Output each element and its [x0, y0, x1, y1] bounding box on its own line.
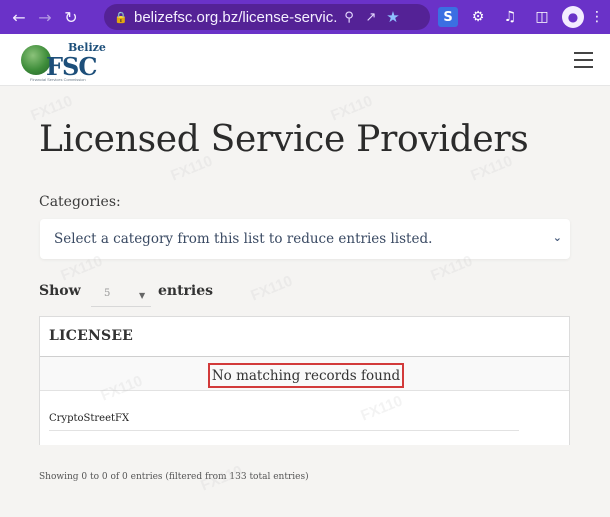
categories-label: Categories:: [39, 194, 121, 210]
logo-tagline: Financial Services Commission: [30, 77, 86, 82]
forward-arrow-icon[interactable]: →: [32, 4, 58, 30]
licensee-search-input[interactable]: [49, 407, 519, 431]
url-text[interactable]: belizefsc.org.bz/license-servic...: [134, 9, 338, 26]
hamburger-menu-icon[interactable]: [574, 52, 594, 68]
empty-table-row: No matching records found: [40, 357, 569, 391]
column-header-licensee[interactable]: LICENSEE: [40, 317, 569, 357]
puzzle-extensions-icon[interactable]: ⚙: [466, 6, 490, 28]
watermark: FX110: [248, 272, 295, 305]
lock-icon[interactable]: 🔒: [114, 11, 128, 24]
extensions-area: S ⚙ ♫ ◫ ● ⋮: [438, 6, 604, 28]
column-header-label: LICENSEE: [49, 328, 134, 344]
profile-icon[interactable]: ●: [562, 6, 584, 28]
table-info: Showing 0 to 0 of 0 entries (filtered fr…: [39, 472, 309, 482]
browser-toolbar: ← → ↻ 🔒 belizefsc.org.bz/license-servic.…: [0, 0, 610, 34]
empty-message: No matching records found: [211, 367, 401, 384]
highlighted-empty-message: No matching records found: [208, 363, 404, 388]
zoom-icon[interactable]: ⚲: [338, 10, 360, 25]
caret-down-icon: ▼: [139, 291, 146, 300]
show-label: Show: [39, 283, 81, 299]
page-length-select[interactable]: 5 ▼: [91, 285, 151, 307]
s-extension-icon[interactable]: S: [438, 7, 458, 27]
belize-fsc-logo[interactable]: Belize FSC Financial Services Commission: [18, 41, 108, 82]
media-queue-icon[interactable]: ♫: [498, 6, 522, 28]
back-arrow-icon[interactable]: ←: [6, 4, 32, 30]
page-title: Licensed Service Providers: [39, 119, 529, 160]
entries-label: entries: [158, 283, 214, 299]
category-select-value: Select a category from this list to redu…: [54, 231, 433, 247]
reload-icon[interactable]: ↻: [58, 4, 84, 30]
column-search-cell: [40, 391, 569, 445]
side-panel-icon[interactable]: ◫: [530, 6, 554, 28]
licensee-table: LICENSEE No matching records found: [39, 316, 570, 445]
bookmark-star-icon[interactable]: ★: [382, 8, 404, 26]
category-select[interactable]: Select a category from this list to redu…: [40, 219, 570, 259]
chevron-down-icon[interactable]: ⌄: [553, 231, 562, 244]
address-bar[interactable]: 🔒 belizefsc.org.bz/license-servic... ⚲ ↗…: [104, 4, 430, 30]
more-menu-icon[interactable]: ⋮: [590, 6, 604, 28]
site-header: Belize FSC Financial Services Commission: [0, 34, 610, 86]
page-length-value: 5: [104, 288, 111, 299]
share-icon[interactable]: ↗: [360, 10, 382, 25]
